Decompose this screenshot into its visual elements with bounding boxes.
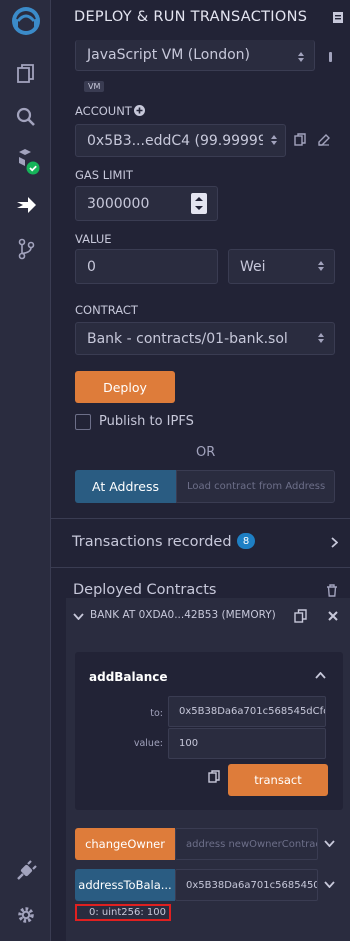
vm-badge: VM: [84, 81, 105, 92]
deployed-contracts-title: Deployed Contracts: [73, 582, 217, 598]
select-arrows-icon: [298, 52, 304, 62]
settings-icon[interactable]: [0, 897, 51, 933]
change-owner-button[interactable]: changeOwner: [75, 828, 175, 860]
contract-label: CONTRACT: [75, 303, 138, 317]
at-address-input[interactable]: Load contract from Address: [176, 470, 335, 503]
to-label: to:: [150, 708, 163, 719]
account-label: ACCOUNT: [75, 104, 132, 118]
docs-icon[interactable]: [332, 11, 344, 24]
close-icon[interactable]: [328, 611, 338, 621]
address-to-balance-expand-icon[interactable]: [324, 881, 335, 888]
value-amount: 0: [87, 258, 96, 275]
add-account-icon[interactable]: [134, 105, 145, 116]
change-owner-input[interactable]: address newOwnerContract: [175, 828, 318, 860]
contract-select-arrows-icon: [318, 333, 324, 343]
at-address-button[interactable]: At Address: [75, 470, 176, 503]
add-balance-title: addBalance: [89, 670, 168, 684]
transactions-count-badge: 8: [237, 533, 255, 549]
icon-sidebar: [0, 0, 51, 941]
copy-calldata-icon[interactable]: [208, 770, 220, 783]
value-amount-input[interactable]: 0: [75, 249, 218, 284]
deploy-button[interactable]: Deploy: [75, 371, 175, 403]
environment-value: JavaScript VM (London): [87, 47, 250, 63]
deploy-run-panel: DEPLOY & RUN TRANSACTIONS JavaScript VM …: [51, 0, 350, 941]
gas-limit-stepper[interactable]: [191, 193, 207, 214]
compiler-icon[interactable]: [0, 143, 51, 179]
value-label: VALUE: [75, 232, 112, 246]
add-balance-panel: addBalance to: 0x5B38Da6a701c568545dCfc …: [75, 652, 343, 810]
trash-icon[interactable]: [326, 584, 338, 597]
transactions-recorded-label: Transactions recorded: [72, 534, 232, 550]
account-value: 0x5B3...eddC4 (99.999999: [87, 132, 263, 149]
copy-address-icon[interactable]: [294, 609, 307, 623]
account-select-arrows-icon: [271, 135, 277, 145]
unit-select-arrows-icon: [318, 261, 324, 271]
panel-title: DEPLOY & RUN TRANSACTIONS: [74, 9, 308, 25]
publish-ipfs-checkbox[interactable]: [75, 414, 91, 430]
git-icon[interactable]: [0, 231, 51, 267]
transactions-recorded-section[interactable]: Transactions recorded 8: [51, 518, 350, 568]
publish-ipfs-label: Publish to IPFS: [99, 414, 194, 429]
gas-limit-label: GAS LIMIT: [75, 168, 133, 182]
info-icon[interactable]: [329, 52, 332, 62]
gas-limit-value: 3000000: [87, 195, 150, 212]
or-divider: OR: [196, 445, 216, 460]
to-input[interactable]: 0x5B38Da6a701c568545dCfc: [168, 696, 326, 727]
file-explorer-icon[interactable]: [0, 56, 51, 92]
account-select[interactable]: 0x5B3...eddC4 (99.999999: [75, 124, 286, 157]
deployed-instance-card: BANK AT 0XDA0...42B53 (MEMORY) addBalanc…: [66, 598, 350, 941]
contract-select[interactable]: Bank - contracts/01-bank.sol: [75, 322, 335, 355]
chevron-down-icon[interactable]: [73, 613, 84, 620]
transact-button[interactable]: transact: [228, 764, 328, 796]
contract-value: Bank - contracts/01-bank.sol: [87, 330, 288, 347]
value-param-label: value:: [133, 738, 163, 749]
chevron-up-icon[interactable]: [315, 672, 326, 679]
deploy-icon[interactable]: [0, 187, 51, 223]
address-to-balance-button[interactable]: addressToBala...: [75, 869, 175, 901]
chevron-right-icon: [331, 537, 338, 548]
call-result: 0: uint256: 100: [75, 904, 171, 921]
search-icon[interactable]: [0, 99, 51, 135]
environment-select[interactable]: JavaScript VM (London): [75, 40, 315, 71]
instance-title: BANK AT 0XDA0...42B53 (MEMORY): [90, 609, 276, 621]
address-to-balance-input[interactable]: 0x5B38Da6a701c5685450: [175, 869, 318, 901]
change-owner-expand-icon[interactable]: [324, 840, 335, 847]
copy-account-icon[interactable]: [294, 133, 306, 146]
plugin-icon[interactable]: [0, 853, 51, 889]
value-param-input[interactable]: 100: [168, 728, 326, 759]
remix-logo-icon[interactable]: [0, 2, 51, 42]
value-unit: Wei: [240, 258, 266, 275]
edit-account-icon[interactable]: [318, 134, 330, 146]
